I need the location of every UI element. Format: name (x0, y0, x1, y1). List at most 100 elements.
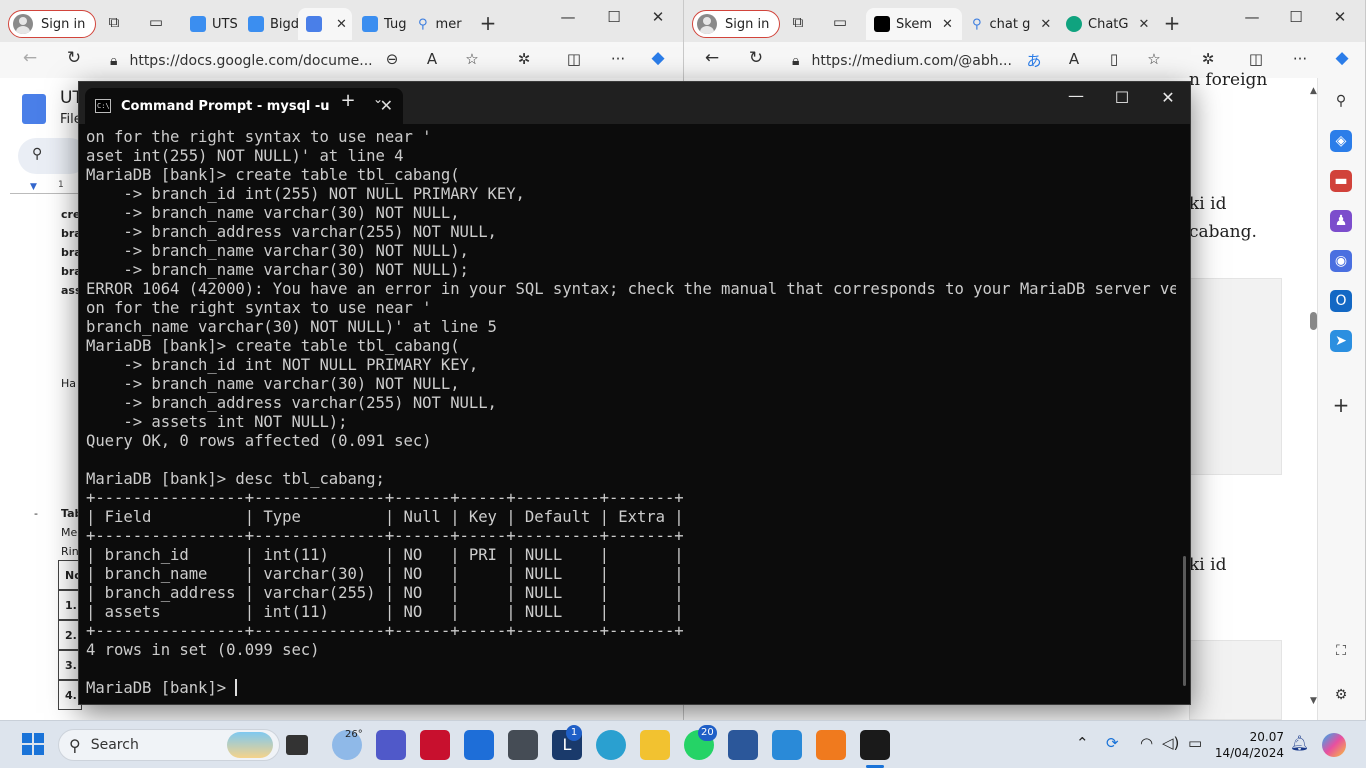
right-signin-button[interactable]: Sign in (692, 10, 781, 38)
file-explorer-icon[interactable] (640, 730, 670, 760)
docs-favicon-icon (306, 16, 322, 32)
new-tab-icon[interactable]: + (1160, 11, 1184, 35)
split-screen-icon[interactable]: ◫ (562, 50, 586, 68)
tools-icon[interactable]: ▬ (1330, 170, 1352, 192)
terminal-line: MariaDB [bank]> create table tbl_cabang( (86, 166, 460, 184)
right-tab-3[interactable]: ChatG ✕ (1058, 8, 1150, 40)
tab-close-icon[interactable]: ✕ (1040, 17, 1051, 32)
maximize-icon[interactable]: ☐ (1107, 88, 1137, 107)
copilot-taskbar-icon[interactable] (1322, 733, 1346, 757)
wifi-icon[interactable]: ◠ (1140, 734, 1153, 752)
command-prompt-window[interactable]: C:\ Command Prompt - mysql -u ✕ + ⌄ — ☐ … (78, 81, 1191, 705)
shopping-tag-icon[interactable]: ◈ (1330, 130, 1352, 152)
right-tab-2[interactable]: ⚲ chat g ✕ (964, 8, 1056, 40)
games-icon[interactable]: ♟ (1330, 210, 1352, 232)
translate-icon[interactable]: あ (1022, 50, 1046, 71)
start-windows-icon[interactable] (22, 733, 44, 755)
left-tab-5[interactable]: ⚲ mer (410, 8, 466, 40)
left-signin-button[interactable]: Sign in (8, 10, 97, 38)
notification-bell-icon[interactable]: 🔔︎ (1290, 734, 1309, 752)
immersive-reader-icon[interactable]: ▯ (1102, 50, 1126, 68)
right-url-field[interactable]: 🔒︎ https://medium.com/@abh... (792, 46, 1012, 76)
chevron-up-icon[interactable]: ⌃ (1076, 734, 1089, 752)
close-window-icon[interactable]: ✕ (1328, 8, 1352, 26)
workspaces-icon[interactable]: ⧉ (102, 13, 126, 31)
refresh-icon[interactable]: ↻ (744, 48, 768, 68)
terminal-line: | branch_address | varchar(255) | NO | |… (86, 584, 684, 602)
left-tab-4[interactable]: Tug (354, 8, 410, 40)
sync-icon[interactable]: ⟳ (1106, 734, 1119, 752)
close-window-icon[interactable]: ✕ (1153, 88, 1183, 107)
send-icon[interactable]: ➤ (1330, 330, 1352, 352)
add-sidebar-icon[interactable]: + (1330, 394, 1352, 416)
volume-icon[interactable]: ◁) (1162, 734, 1179, 752)
minimize-icon[interactable]: — (1240, 8, 1264, 26)
settings-gear-icon[interactable]: ⚙ (1330, 684, 1352, 706)
scroll-down-icon[interactable]: ▼ (1310, 696, 1317, 706)
terminal-taskbar-icon[interactable] (860, 730, 890, 760)
refresh-icon[interactable]: ↻ (62, 48, 86, 68)
left-tab-3-active[interactable]: ✕ (298, 8, 352, 40)
medium-favicon-icon (874, 16, 890, 32)
favorite-star-icon[interactable]: ☆ (1142, 50, 1166, 68)
extensions-icon[interactable]: ✲ (512, 50, 536, 68)
favorite-star-icon[interactable]: ☆ (460, 50, 484, 68)
camera-icon[interactable] (508, 730, 538, 760)
zoom-icon[interactable]: ⊖ (380, 50, 404, 68)
copilot-icon[interactable]: ◆ (646, 48, 670, 68)
xampp-icon[interactable] (816, 730, 846, 760)
chatgpt-favicon-icon (1066, 16, 1082, 32)
minimize-icon[interactable]: — (556, 8, 580, 26)
scroll-up-icon[interactable]: ▲ (1310, 86, 1317, 96)
left-tab-2[interactable]: Bigd (240, 8, 298, 40)
clock[interactable]: 20.07 14/04/2024 (1215, 729, 1284, 761)
search-favicon-icon: ⚲ (418, 16, 428, 32)
ruler: ▼ 1 (10, 180, 80, 194)
mcafee-icon[interactable] (420, 730, 450, 760)
screenshot-icon[interactable]: ⛶ (1330, 640, 1352, 662)
tab-close-icon[interactable]: ✕ (942, 17, 953, 32)
new-tab-icon[interactable]: + (476, 11, 500, 35)
task-view-icon[interactable] (286, 735, 308, 755)
paint-icon[interactable] (772, 730, 802, 760)
back-icon[interactable]: ← (700, 48, 724, 68)
outlook-icon[interactable]: O (1330, 290, 1352, 312)
scroll-thumb[interactable] (1310, 312, 1317, 330)
terminal-output[interactable]: on for the right syntax to use near ' ase… (86, 128, 1176, 700)
copilot-icon[interactable]: ◆ (1330, 48, 1354, 68)
read-aloud-icon[interactable]: A (420, 50, 444, 68)
workspaces-icon[interactable]: ⧉ (786, 13, 810, 31)
minimize-icon[interactable]: — (1061, 86, 1091, 105)
search-icon[interactable]: ⚲ (1330, 90, 1352, 112)
page-snippet: ki id (1189, 555, 1227, 575)
tab-close-icon[interactable]: ✕ (336, 17, 347, 32)
store-icon[interactable] (464, 730, 494, 760)
read-aloud-icon[interactable]: A (1062, 50, 1086, 68)
tab-close-icon[interactable]: ✕ (1138, 17, 1149, 32)
split-screen-icon[interactable]: ◫ (1244, 50, 1268, 68)
teams-icon[interactable] (376, 730, 406, 760)
extensions-icon[interactable]: ✲ (1196, 50, 1220, 68)
back-icon[interactable]: ← (18, 48, 42, 68)
new-tab-icon[interactable]: + (333, 90, 363, 111)
tab-dropdown-icon[interactable]: ⌄ (363, 92, 393, 106)
close-window-icon[interactable]: ✕ (646, 8, 670, 26)
edge-icon[interactable] (596, 730, 626, 760)
taskbar-search[interactable]: ⚲ Search (58, 729, 280, 761)
left-tab-1[interactable]: UTS (182, 8, 240, 40)
terminal-scrollbar[interactable] (1183, 556, 1186, 686)
right-tab-1-active[interactable]: Skem ✕ (866, 8, 962, 40)
maximize-icon[interactable]: ☐ (602, 8, 626, 26)
maximize-icon[interactable]: ☐ (1284, 8, 1308, 26)
microsoft365-icon[interactable]: ◉ (1330, 250, 1352, 272)
terminal-line: -> branch_id int(255) NOT NULL PRIMARY K… (86, 185, 525, 203)
doc-snippet: Me (61, 526, 78, 539)
more-menu-icon[interactable]: ··· (606, 50, 630, 68)
more-menu-icon[interactable]: ··· (1288, 50, 1312, 68)
left-url-field[interactable]: 🔒︎ https://docs.google.com/docume... (110, 46, 373, 76)
tab-actions-icon[interactable]: ▭ (144, 13, 168, 31)
terminal-titlebar[interactable]: C:\ Command Prompt - mysql -u ✕ + ⌄ — ☐ … (79, 82, 1190, 124)
battery-icon[interactable]: ▭ (1188, 734, 1202, 752)
tab-actions-icon[interactable]: ▭ (828, 13, 852, 31)
word-icon[interactable] (728, 730, 758, 760)
